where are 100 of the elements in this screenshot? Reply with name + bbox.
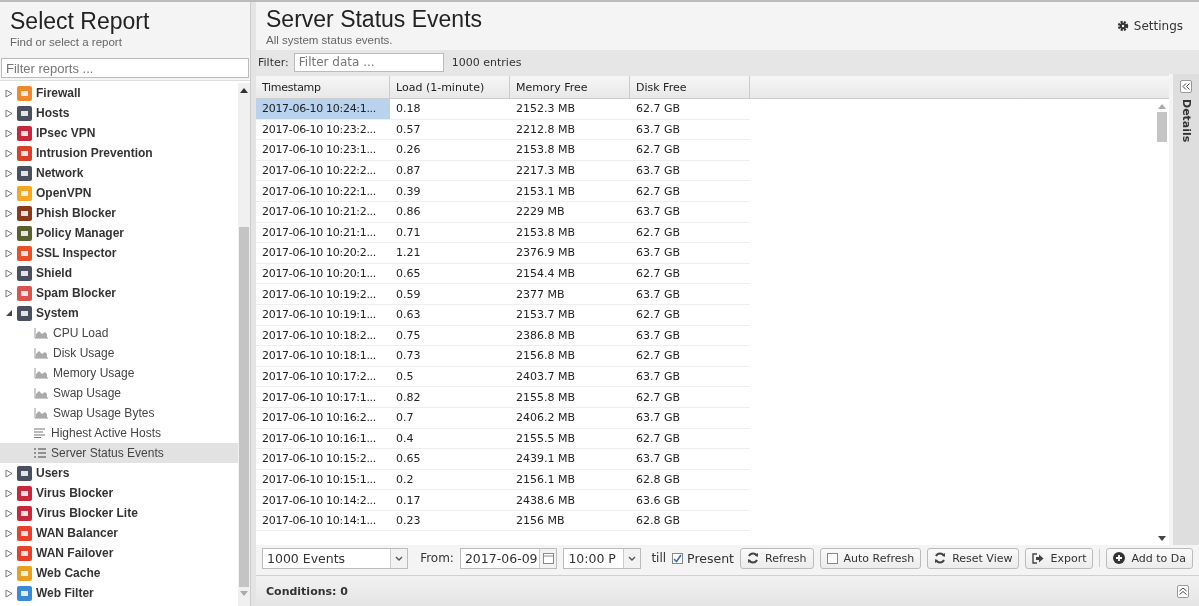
tree-item[interactable]: SSL Inspector [36, 246, 117, 260]
expand-arrow-icon[interactable] [5, 468, 13, 478]
area-chart-icon [34, 367, 48, 379]
table-cell: 2403.7 MB [510, 366, 630, 388]
table-cell: 2017-06-10 10:14:1... [256, 510, 390, 532]
expand-arrow-icon[interactable] [5, 148, 13, 158]
column-header[interactable]: Timestamp [256, 76, 390, 98]
tree-item[interactable]: WAN Balancer [36, 526, 119, 540]
table-cell: 2017-06-10 10:22:1... [256, 181, 390, 202]
toolbar-button[interactable]: Export [1025, 547, 1094, 569]
tree-item[interactable]: Users [36, 466, 70, 480]
table-cell: 0.23 [390, 510, 510, 532]
column-header[interactable]: Load (1-minute) [390, 76, 510, 98]
toolbar-button[interactable]: Auto Refresh [819, 547, 922, 569]
column-header[interactable]: Disk Free [630, 76, 750, 98]
tree-item[interactable]: System [36, 306, 79, 320]
entries-count: 1000 entries [451, 55, 522, 69]
scrollbar[interactable] [238, 83, 250, 606]
table-cell: 2017-06-10 10:20:2... [256, 243, 390, 264]
scroll-up-icon[interactable] [240, 87, 248, 93]
expand-arrow-icon[interactable] [5, 88, 13, 98]
table-cell: 63.7 GB [630, 366, 750, 388]
tree-item[interactable]: Phish Blocker [36, 206, 117, 220]
export-icon [1032, 552, 1045, 564]
toolbar-button[interactable]: Reset View [927, 547, 1020, 569]
collapse-arrow-icon[interactable] [5, 309, 13, 317]
table-cell: 0.26 [390, 140, 510, 161]
expand-arrow-icon[interactable] [5, 208, 13, 218]
tree-item[interactable]: Web Cache [36, 566, 101, 580]
tree-item[interactable]: Shield [36, 266, 72, 280]
details-panel-label[interactable]: Details [1179, 99, 1193, 143]
present-checkbox[interactable] [672, 552, 684, 564]
table-cell: 0.17 [390, 490, 510, 511]
toolbar-button[interactable]: Add to Da [1106, 547, 1193, 569]
from-label: From: [420, 551, 454, 565]
expand-arrow-icon[interactable] [5, 528, 13, 538]
scroll-down-icon[interactable] [1158, 536, 1166, 542]
expand-arrow-icon[interactable] [5, 268, 13, 278]
table-cell: 2156.1 MB [510, 469, 630, 491]
table-cell: 1.21 [390, 243, 510, 264]
tree-item[interactable]: Web Filter [36, 586, 94, 600]
table-cell: 62.7 GB [630, 263, 750, 285]
date-field[interactable]: 2017-06-09 [459, 547, 558, 569]
expand-arrow-icon[interactable] [5, 508, 13, 518]
scrollbar-thumb[interactable] [1157, 112, 1167, 142]
tree-item[interactable]: Policy Manager [36, 226, 125, 240]
calendar-icon [542, 552, 554, 564]
expand-arrow-icon[interactable] [5, 548, 13, 558]
table-cell: 63.7 GB [630, 284, 750, 305]
sidebar-subtitle: Find or select a report [10, 36, 123, 48]
report-item[interactable]: Disk Usage [0, 343, 238, 363]
present-label[interactable]: Present [687, 550, 734, 566]
table-cell: 0.18 [390, 99, 510, 120]
checkbox[interactable] [826, 552, 838, 564]
toolbar-button[interactable]: Refresh [740, 547, 814, 569]
report-item[interactable]: CPU Load [0, 323, 238, 343]
report-item[interactable]: Memory Usage [0, 363, 238, 383]
expand-arrow-icon[interactable] [5, 248, 13, 258]
expand-arrow-icon[interactable] [5, 288, 13, 298]
table-cell: 62.7 GB [630, 99, 750, 120]
scrollbar-thumb[interactable] [239, 227, 249, 587]
expand-arrow-icon[interactable] [5, 168, 13, 178]
report-item[interactable]: Swap Usage Bytes [0, 403, 238, 423]
tree-item[interactable]: Spam Blocker [36, 286, 117, 300]
table-cell: 0.57 [390, 119, 510, 141]
table-cell: 2153.8 MB [510, 222, 630, 244]
expand-arrow-icon[interactable] [5, 228, 13, 238]
event-limit-dropdown[interactable]: 1000 Events [262, 547, 409, 569]
table-cell: 2217.3 MB [510, 160, 630, 182]
report-item[interactable]: Highest Active Hosts [0, 423, 238, 443]
tree-item[interactable]: Virus Blocker [36, 486, 114, 500]
tree-item[interactable]: Firewall [36, 86, 81, 100]
caret-icon [395, 555, 404, 561]
tree-item[interactable]: Network [36, 166, 84, 180]
collapse-button[interactable] [1180, 80, 1192, 93]
tree-item[interactable]: IPsec VPN [36, 126, 96, 140]
tree-item[interactable]: Intrusion Prevention [36, 146, 153, 160]
table-cell: 2152.3 MB [510, 99, 630, 120]
table-cell: 0.71 [390, 222, 510, 244]
expand-arrow-icon[interactable] [5, 128, 13, 138]
column-header[interactable]: Memory Free [510, 76, 630, 98]
expand-arrow-icon[interactable] [5, 488, 13, 498]
expand-arrow-icon[interactable] [5, 188, 13, 198]
sidebar-title: Select Report [10, 8, 151, 34]
expand-arrow-icon[interactable] [5, 588, 13, 598]
tree-item[interactable]: OpenVPN [36, 186, 92, 200]
expand-arrow-icon[interactable] [5, 568, 13, 578]
report-item[interactable]: Server Status Events [0, 443, 238, 463]
tree-item[interactable]: Hosts [36, 106, 70, 120]
filter-reports-field[interactable]: Filter reports ... [1, 58, 249, 78]
tree-item[interactable]: WAN Failover [36, 546, 114, 560]
table-cell: 0.63 [390, 304, 510, 326]
expand-arrow-icon[interactable] [5, 108, 13, 118]
settings-button[interactable]: Settings [1116, 19, 1183, 33]
table-cell: 62.7 GB [630, 346, 750, 367]
tree-item[interactable]: Virus Blocker Lite [36, 506, 138, 520]
time-field[interactable]: 10:00 P [563, 547, 642, 569]
filter-data-field[interactable]: Filter data ... [293, 52, 444, 72]
report-item[interactable]: Swap Usage [0, 383, 238, 403]
expand-button[interactable] [1177, 584, 1189, 598]
